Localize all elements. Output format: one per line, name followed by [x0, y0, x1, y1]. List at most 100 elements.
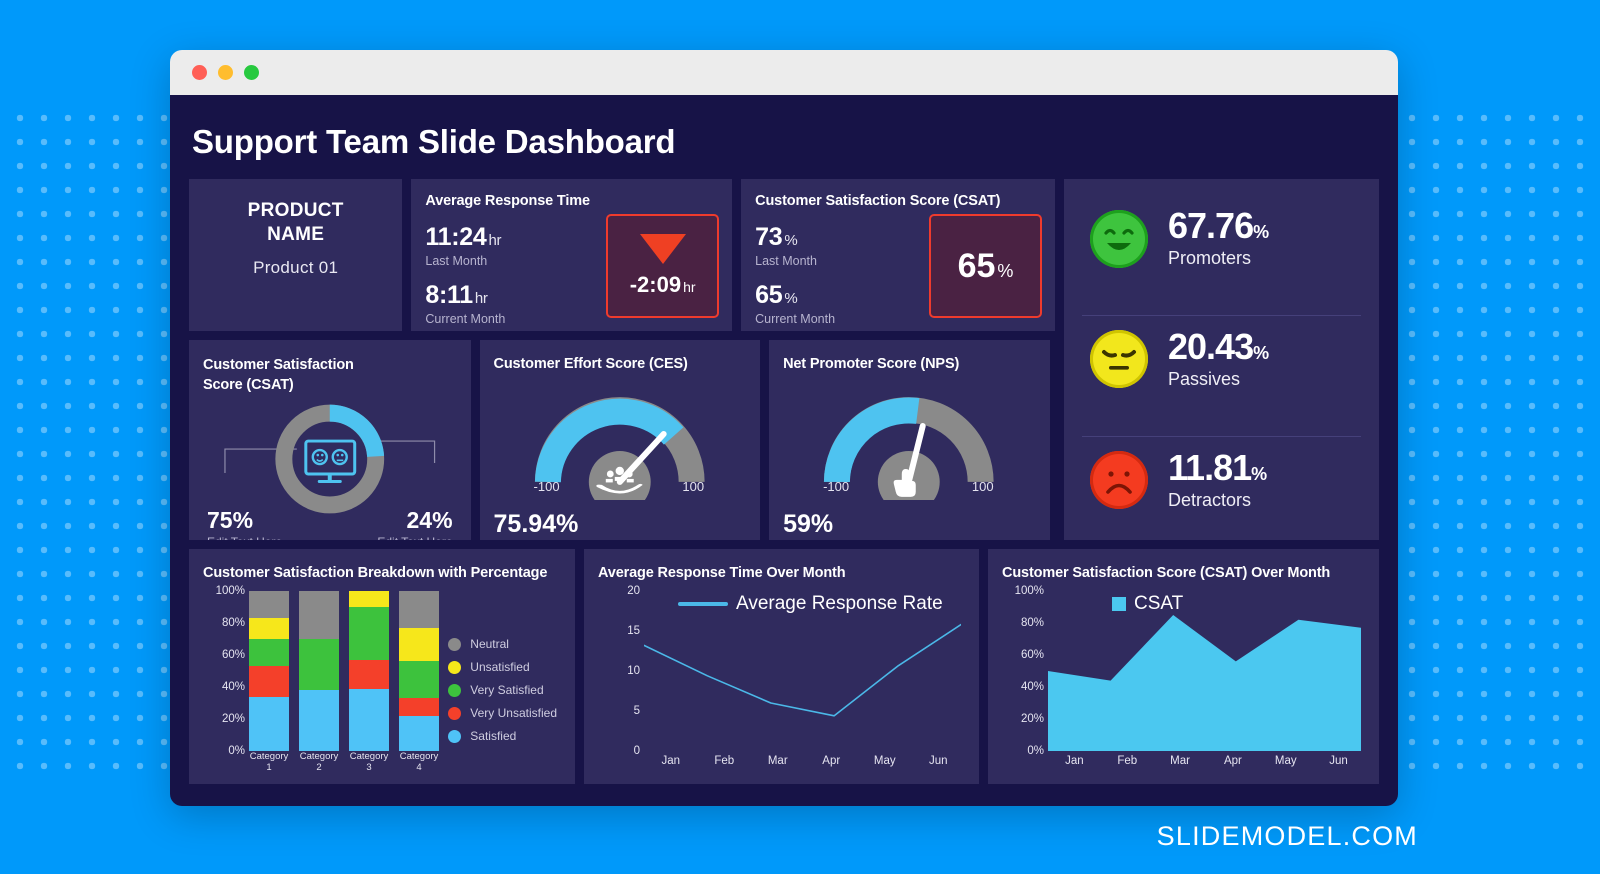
bar-segment	[299, 639, 339, 691]
legend-label: Very Unsatisfied	[470, 706, 557, 720]
area-chart-x-axis: Jan Feb Mar Apr May Jun	[1065, 755, 1348, 767]
legend-label: Very Satisfied	[470, 683, 544, 697]
line-chart-series-legend: Average Response Rate	[678, 593, 943, 615]
csat-donut-left-stat: 75% Edit Text Here	[207, 507, 282, 540]
csat-current-value: 65%	[755, 281, 798, 309]
bar-segment	[249, 591, 289, 619]
legend-item[interactable]: Unsatisfied	[448, 660, 557, 674]
csat-donut-right-caption: Edit Text Here	[377, 535, 452, 540]
ces-gauge-min-label: -100	[533, 479, 560, 494]
response-time-delta-value: -2:09 hr	[629, 272, 696, 297]
close-window-button[interactable]	[192, 65, 207, 80]
legend-item[interactable]: Neutral	[448, 637, 557, 651]
csat-area-plot: 100% 80% 60% 40% 20% 0% CSAT Jan Feb Mar…	[1002, 585, 1365, 773]
csat-last-value: 73%	[755, 223, 798, 251]
nps-gauge-title: Net Promoter Score (NPS)	[783, 356, 960, 372]
area-legend-swatch	[1112, 597, 1126, 611]
response-time-last-caption: Last Month	[425, 254, 488, 268]
response-time-last-value: 11:24 hr	[425, 223, 502, 251]
bar-segment	[399, 698, 439, 716]
response-time-delta-badge: -2:09 hr	[606, 214, 720, 318]
maximize-window-button[interactable]	[244, 65, 259, 80]
line-chart-canvas	[644, 591, 961, 751]
bar-segment	[249, 618, 289, 639]
window-titlebar	[170, 50, 1398, 95]
minimize-window-button[interactable]	[218, 65, 233, 80]
legend-item[interactable]: Satisfied	[448, 729, 557, 743]
area-chart-canvas	[1048, 591, 1361, 751]
nps-gauge-card: Net Promoter Score (NPS) -100 100 59%	[769, 340, 1050, 540]
bar-column	[349, 591, 389, 751]
product-label-line2: NAME	[267, 223, 325, 245]
arrow-down-icon	[639, 234, 686, 264]
legend-label: Unsatisfied	[470, 660, 530, 674]
bar-segment	[349, 607, 389, 660]
product-label-line1: PRODUCT	[247, 200, 344, 221]
csat-area-title: Customer Satisfaction Score (CSAT) Over …	[1002, 565, 1331, 581]
bar-segment	[399, 627, 439, 662]
bar-segment	[399, 591, 439, 628]
stacked-bars	[249, 591, 439, 751]
bar-segment	[249, 638, 289, 667]
legend-swatch	[448, 660, 462, 674]
average-response-time-title: Average Response Time	[425, 193, 590, 209]
csat-kpi-values: 73% Last Month 65% Current Month	[755, 223, 835, 326]
nps-promoters-value: 67.76%	[1168, 205, 1269, 247]
nps-gauge-min-label: -100	[823, 479, 850, 494]
legend-swatch	[448, 637, 462, 651]
csat-donut-title: Customer Satisfaction Score (CSAT)	[203, 357, 354, 393]
nps-gauge-chart: -100 100	[783, 384, 1036, 500]
legend-item[interactable]: Very Satisfied	[448, 683, 557, 697]
csat-current-caption: Current Month	[755, 312, 836, 326]
bar-chart-y-axis: 100% 80% 60% 40% 20% 0%	[215, 585, 245, 757]
ces-gauge-card: Customer Effort Score (CES) -100 100 75.…	[479, 340, 761, 540]
csat-donut-left-value: 75%	[207, 507, 254, 534]
nps-promoters-text: 67.76% Promoters	[1168, 205, 1269, 269]
line-legend-label: Average Response Rate	[736, 593, 943, 614]
csat-donut-card: Customer Satisfaction Score (CSAT) 75% 2…	[189, 340, 471, 540]
kpi-row: PRODUCT NAME Product 01 Average Response…	[189, 179, 1379, 540]
csat-donut-right-stat: 24% Edit Text Here	[377, 507, 452, 540]
slidemodel-watermark: SLIDEMODEL.COM	[1156, 821, 1418, 851]
ces-gauge-title: Customer Effort Score (CES)	[493, 356, 688, 372]
score-row: Customer Satisfaction Score (CSAT) 75% 2…	[189, 340, 1379, 540]
legend-label: Satisfied	[470, 729, 517, 743]
response-time-line-title: Average Response Time Over Month	[598, 565, 846, 581]
happy-face-icon	[1090, 209, 1149, 268]
ces-gauge-max-label: 100	[682, 479, 705, 494]
legend-swatch	[448, 683, 462, 697]
charts-row: Customer Satisfaction Breakdown with Per…	[189, 549, 1379, 784]
line-chart-y-axis: 20 15 10 5 0	[627, 585, 640, 757]
legend-label: Neutral	[470, 637, 509, 651]
csat-kpi-title: Customer Satisfaction Score (CSAT)	[755, 193, 1001, 209]
legend-swatch	[448, 729, 462, 743]
satisfaction-breakdown-chart-card: Customer Satisfaction Breakdown with Per…	[189, 549, 575, 784]
bar-segment	[349, 688, 389, 751]
response-time-current-block: 8:11 hr Current Month	[425, 281, 505, 326]
bar-column	[299, 591, 339, 751]
ces-gauge-value: 75.94%	[493, 510, 579, 538]
bar-segment	[299, 690, 339, 751]
bar-column	[399, 591, 439, 751]
average-response-time-card: Average Response Time 11:24 hr Last Month…	[411, 179, 733, 331]
neutral-face-icon	[1090, 330, 1149, 389]
csat-kpi-card: Customer Satisfaction Score (CSAT) 73% L…	[741, 179, 1056, 331]
dashboard-canvas: Support Team Slide Dashboard PRODUCT NAM…	[170, 95, 1398, 806]
bar-chart-legend: Neutral Unsatisfied Very Satisfied Very Uns…	[448, 637, 557, 752]
bar-segment	[249, 666, 289, 697]
nps-gauge-value: 59%	[783, 510, 834, 538]
bar-chart-x-axis: Category 1 Category 2 Category 3 Categor…	[249, 751, 439, 773]
csat-last-caption: Last Month	[755, 254, 817, 268]
product-name-card: PRODUCT NAME Product 01	[189, 179, 403, 331]
bar-segment	[349, 659, 389, 689]
satisfaction-breakdown-plot: 100% 80% 60% 40% 20% 0% Category 1 Categ…	[203, 585, 561, 773]
area-chart-series-legend: CSAT	[1112, 593, 1183, 615]
csat-badge: 65%	[929, 214, 1043, 318]
response-time-current-caption: Current Month	[425, 312, 506, 326]
ces-gauge-chart: -100 100	[494, 384, 747, 500]
product-name-label: PRODUCT NAME	[248, 199, 344, 246]
page-title: Support Team Slide Dashboard	[192, 123, 676, 160]
legend-item[interactable]: Very Unsatisfied	[448, 706, 557, 720]
product-name-value: Product 01	[253, 258, 339, 278]
area-chart-y-axis: 100% 80% 60% 40% 20% 0%	[1014, 585, 1044, 757]
